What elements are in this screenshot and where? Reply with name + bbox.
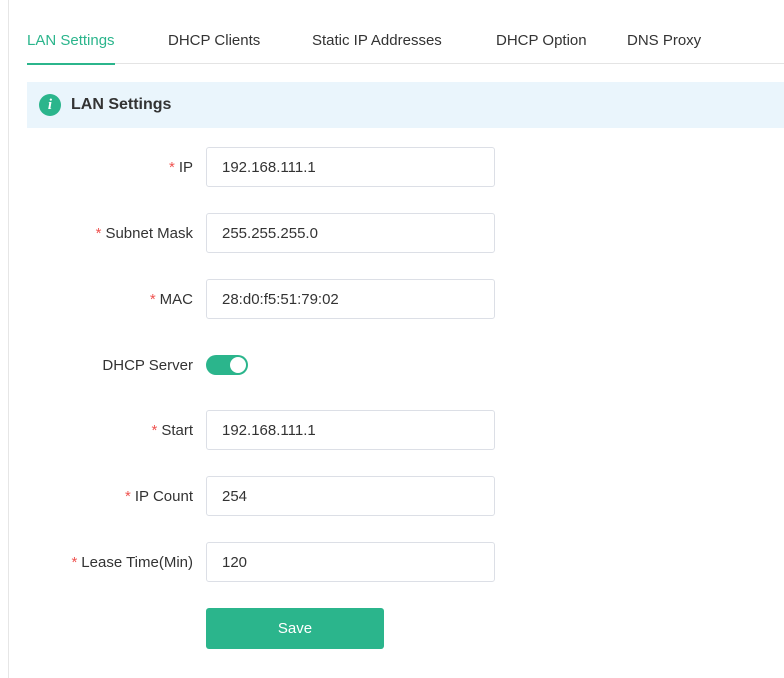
save-button[interactable]: Save (206, 608, 384, 649)
start-label: * Start (151, 410, 193, 450)
dhcp-server-label-text: DHCP Server (102, 356, 193, 374)
toggle-knob (230, 357, 246, 373)
start-input[interactable] (206, 410, 495, 450)
tab-lan-settings[interactable]: LAN Settings (27, 32, 115, 65)
dhcp-server-row: DHCP Server (9, 345, 784, 385)
start-label-text: Start (161, 421, 193, 439)
subnet-mask-input[interactable] (206, 213, 495, 253)
section-header: i LAN Settings (27, 82, 784, 128)
ip-count-input[interactable] (206, 476, 495, 516)
required-mark: * (168, 158, 175, 176)
info-icon: i (39, 94, 61, 116)
tab-dhcp-option[interactable]: DHCP Option (496, 32, 587, 64)
ip-count-label: * IP Count (125, 476, 193, 516)
ip-count-row: * IP Count (9, 476, 784, 516)
tab-dhcp-clients[interactable]: DHCP Clients (168, 32, 260, 64)
lease-time-label: * Lease Time(Min) (71, 542, 193, 582)
required-mark: * (149, 290, 156, 308)
lease-time-input[interactable] (206, 542, 495, 582)
tab-dns-proxy[interactable]: DNS Proxy (627, 32, 701, 64)
mac-row: * MAC (9, 279, 784, 319)
tab-static-ip-addresses[interactable]: Static IP Addresses (312, 32, 442, 64)
ip-input[interactable] (206, 147, 495, 187)
subnet-mask-row: * Subnet Mask (9, 213, 784, 253)
required-mark: * (71, 553, 78, 571)
mac-label: * MAC (150, 279, 193, 319)
start-row: * Start (9, 410, 784, 450)
ip-row: * IP (9, 147, 784, 187)
dhcp-server-toggle[interactable] (206, 355, 248, 375)
tab-bar: LAN Settings DHCP Clients Static IP Addr… (27, 22, 784, 65)
subnet-mask-label: * Subnet Mask (96, 213, 193, 253)
required-mark: * (125, 487, 131, 505)
dhcp-server-label: DHCP Server (102, 345, 193, 385)
ip-label: * IP (169, 147, 193, 187)
ip-label-text: IP (178, 158, 193, 176)
settings-panel: LAN Settings DHCP Clients Static IP Addr… (8, 0, 784, 678)
required-mark: * (151, 421, 158, 439)
subnet-mask-label-text: Subnet Mask (105, 224, 193, 242)
mac-input[interactable] (206, 279, 495, 319)
ip-count-label-text: IP Count (134, 487, 193, 505)
lease-time-row: * Lease Time(Min) (9, 542, 784, 582)
required-mark: * (95, 224, 102, 242)
section-title: LAN Settings (71, 96, 172, 113)
mac-label-text: MAC (159, 290, 193, 308)
lease-time-label-text: Lease Time(Min) (81, 553, 193, 571)
